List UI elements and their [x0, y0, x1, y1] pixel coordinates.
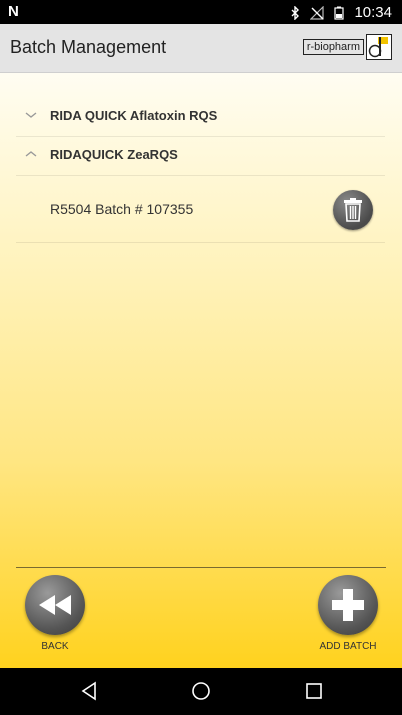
- group-row-zearqs[interactable]: RIDAQUICK ZeaRQS: [16, 137, 385, 176]
- bluetooth-icon: [291, 5, 300, 20]
- add-batch-button[interactable]: [318, 575, 378, 635]
- group-title: RIDA QUICK Aflatoxin RQS: [50, 108, 218, 123]
- batch-row[interactable]: R5504 Batch # 107355: [16, 176, 385, 243]
- chevron-up-icon: [25, 151, 37, 157]
- system-nav-bar: [0, 668, 402, 715]
- clock: 10:34: [354, 4, 392, 21]
- batch-label: R5504 Batch # 107355: [50, 201, 194, 217]
- logo-mark-icon: [366, 34, 392, 60]
- delete-batch-button[interactable]: [333, 190, 373, 230]
- rewind-icon: [39, 595, 71, 615]
- back-button[interactable]: [25, 575, 85, 635]
- back-label: BACK: [41, 641, 69, 652]
- battery-icon: [334, 6, 345, 20]
- plus-icon: [332, 589, 364, 621]
- carrier-icon: N: [8, 3, 19, 20]
- page-title: Batch Management: [10, 37, 167, 57]
- nav-recents-icon[interactable]: [305, 681, 323, 701]
- no-signal-icon: [310, 5, 325, 20]
- footer-divider: [16, 567, 386, 568]
- status-bar: N 10:34: [0, 0, 402, 24]
- nav-back-icon[interactable]: [80, 681, 98, 701]
- content-area: RIDA QUICK Aflatoxin RQS RIDAQUICK ZeaRQ…: [0, 73, 402, 668]
- status-icons: 10:34: [288, 4, 392, 21]
- group-title: RIDAQUICK ZeaRQS: [50, 147, 178, 162]
- logo-text: r-biopharm: [302, 39, 364, 55]
- chevron-down-icon: [25, 112, 37, 118]
- trash-icon: [344, 198, 362, 222]
- r-biopharm-logo: r-biopharm: [302, 32, 392, 62]
- nav-home-icon[interactable]: [191, 681, 211, 701]
- app-bar: Batch Management r-biopharm: [0, 24, 402, 73]
- add-batch-label: ADD BATCH: [319, 641, 377, 652]
- group-row-aflatoxin[interactable]: RIDA QUICK Aflatoxin RQS: [16, 98, 385, 137]
